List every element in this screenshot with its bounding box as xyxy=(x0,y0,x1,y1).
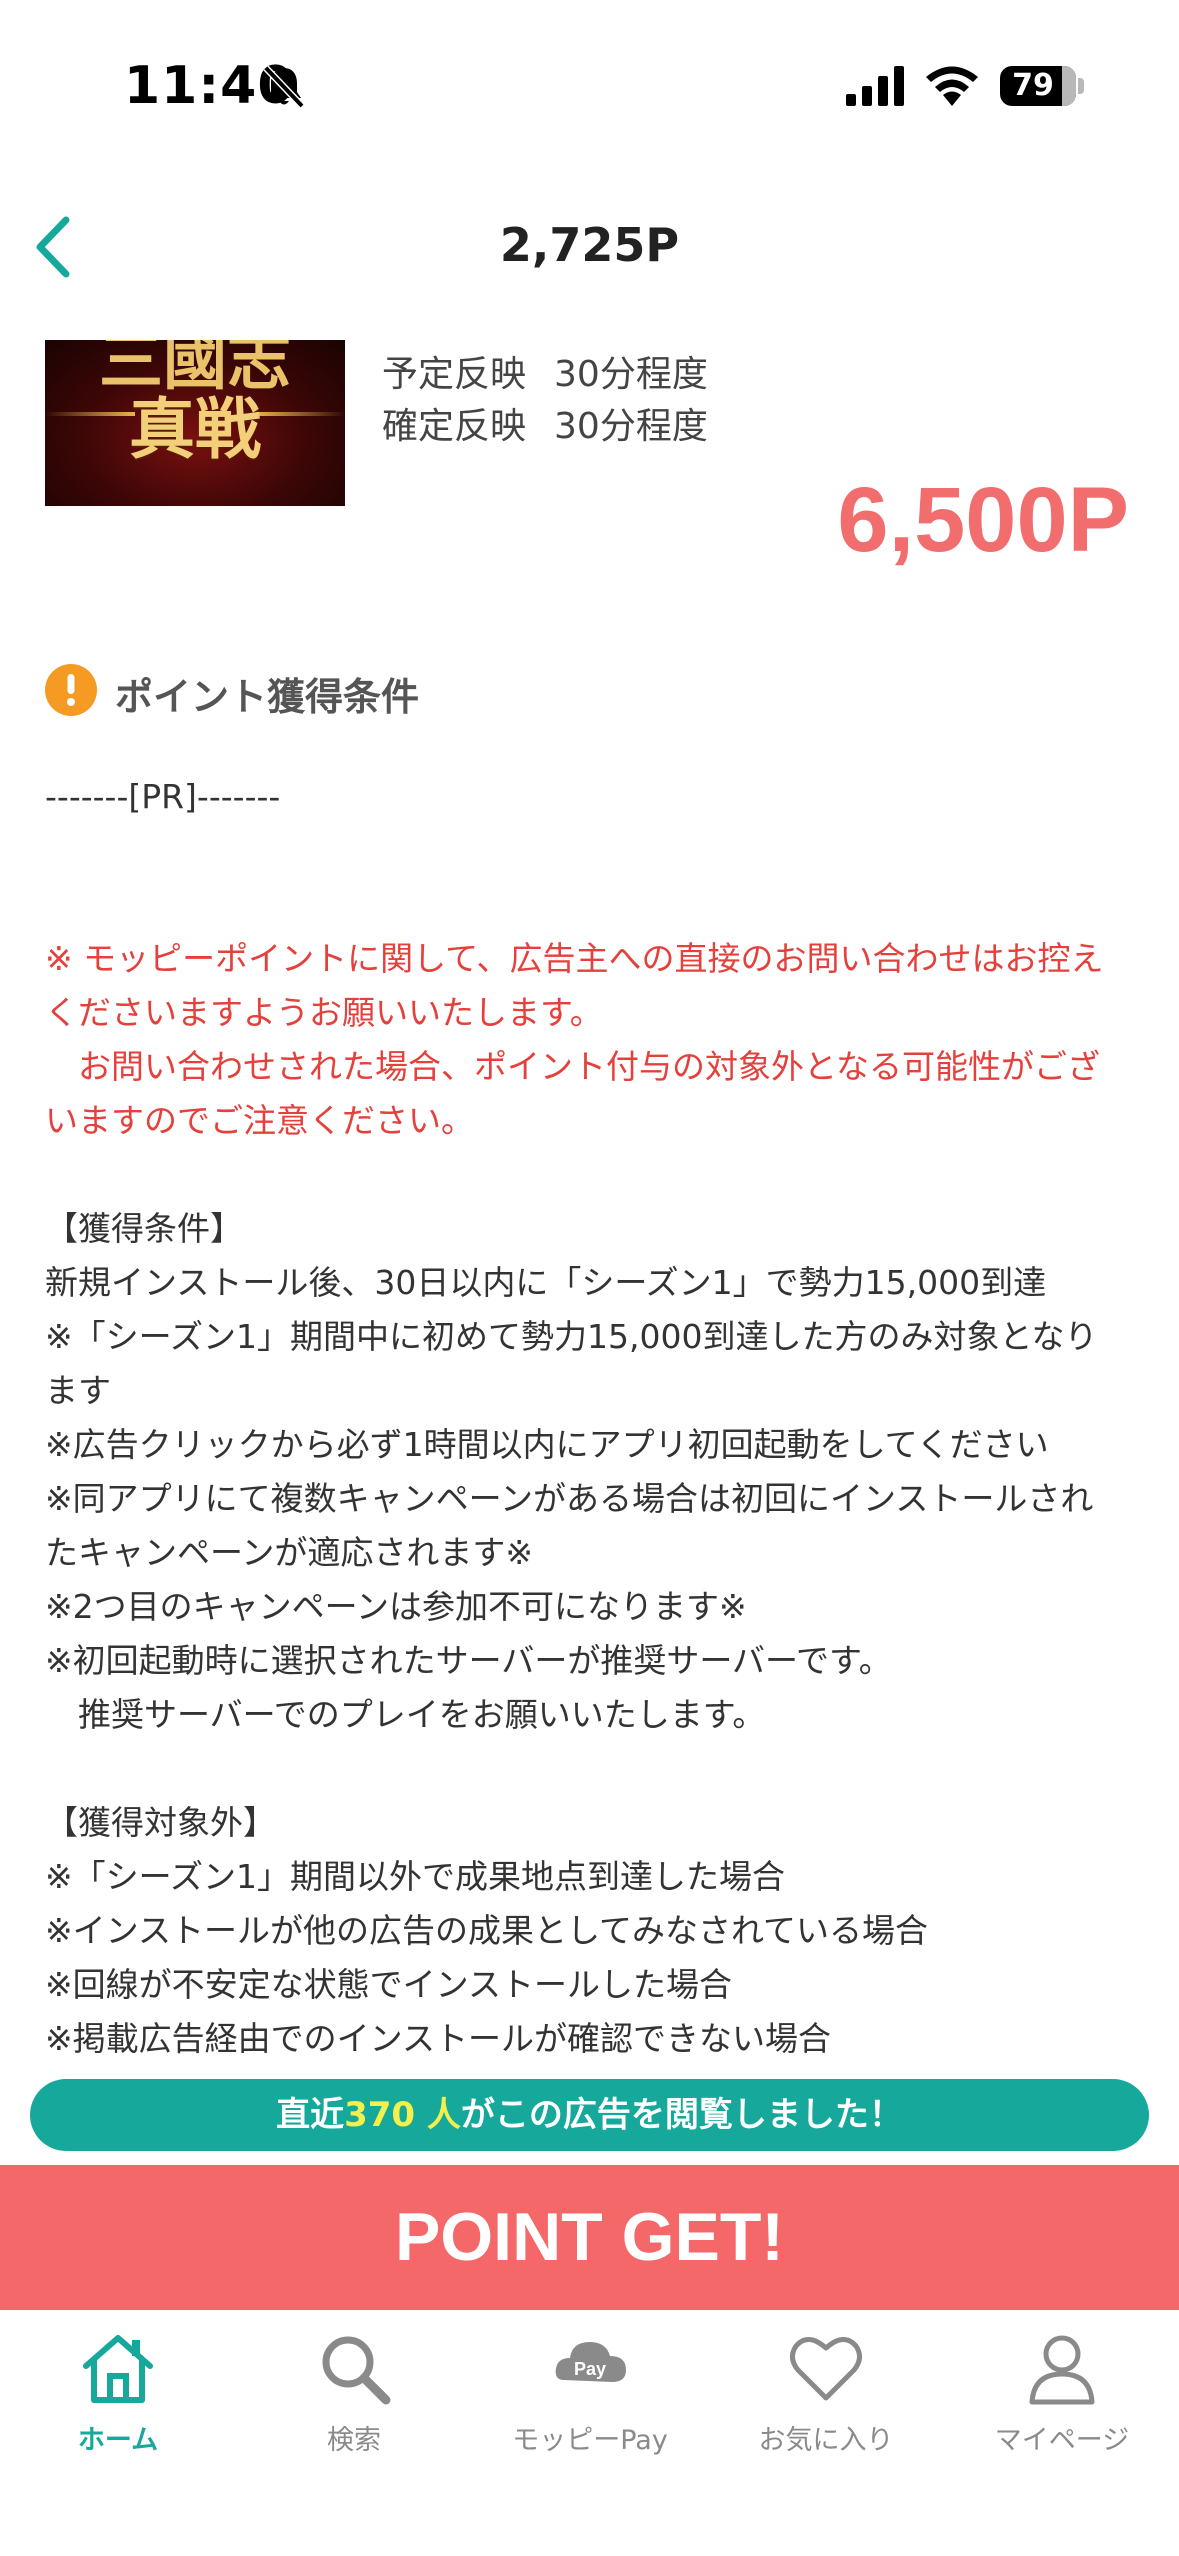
section-title: ポイント獲得条件 xyxy=(115,675,420,719)
search-icon xyxy=(322,2336,391,2405)
person-icon xyxy=(1029,2335,1095,2405)
points-balance-title: 2,725P xyxy=(499,218,680,272)
text-line xyxy=(45,878,1135,932)
status-bar: 11:40 79 xyxy=(0,0,1179,170)
signal-icon xyxy=(846,66,904,106)
text-line xyxy=(45,824,1135,878)
scheduled-reflection: 予定反映 30分程度 xyxy=(382,345,708,397)
tab-my-page-label: マイページ xyxy=(994,2425,1130,2456)
scheduled-value: 30分程度 xyxy=(554,354,708,395)
text-line: ※初回起動時に選択されたサーバーが推奨サーバーです。 xyxy=(45,1641,892,1680)
text-line xyxy=(45,1742,1135,1796)
banner-top-text: 三國志 xyxy=(99,340,291,399)
pay-icon: Pay xyxy=(555,2342,626,2382)
tab-search-label: 検索 xyxy=(327,2425,381,2456)
text-line: ます xyxy=(45,1371,111,1410)
text-line: 【獲得条件】 xyxy=(45,1209,243,1248)
viewers-count: 370 人 xyxy=(344,2095,461,2135)
text-line: たキャンペーンが適応されます※ xyxy=(45,1533,534,1572)
bottom-tab-bar: ホーム 検索 Pay モッピーPay お気に入り マイページ xyxy=(0,2310,1179,2556)
exclamation-icon xyxy=(45,664,97,716)
banner-main-text: 真戦 xyxy=(129,390,261,468)
offer-points: 6,500P xyxy=(837,469,1129,571)
text-line: ※回線が不安定な状態でインストールした場合 xyxy=(45,1965,732,2004)
viewers-suffix: がこの広告を閲覧しました！ xyxy=(460,2095,903,2135)
tab-favorites-label: お気に入り xyxy=(758,2425,894,2456)
home-icon xyxy=(83,2335,153,2403)
text-line xyxy=(45,1148,1135,1202)
text-line: ※「シーズン1」期間以外で成果地点到達した場合 xyxy=(45,1857,785,1896)
battery-level: 79 xyxy=(1012,68,1054,103)
tab-home[interactable]: ホーム xyxy=(0,2328,236,2508)
confirmed-value: 30分程度 xyxy=(554,406,708,447)
text-line: 推奨サーバーでのプレイをお願いいたします。 xyxy=(45,1695,766,1734)
header: 2,725P xyxy=(0,190,1179,300)
text-line: ※同アプリにて複数キャンペーンがある場合は初回にインストールされ xyxy=(45,1479,1094,1518)
warning-line: ※ モッピーポイントに関して、広告主への直接のお問い合わせはお控え xyxy=(45,939,1104,978)
text-line: 新規インストール後、30日以内に「シーズン1」で勢力15,000到達 xyxy=(45,1263,1047,1302)
bell-slash-icon xyxy=(263,65,305,109)
text-line: ※広告クリックから必ず1時間以内にアプリ初回起動をしてください xyxy=(45,1425,1049,1464)
tab-moppy-pay-label: モッピーPay xyxy=(512,2425,668,2456)
tab-favorites[interactable]: お気に入り xyxy=(708,2328,944,2508)
text-line: ※2つ目のキャンペーンは参加不可になります※ xyxy=(45,1587,747,1626)
viewers-count-banner: 直近370 人がこの広告を閲覧しました！ xyxy=(30,2079,1149,2151)
heart-icon xyxy=(790,2337,862,2401)
text-line: ※「シーズン1」期間中に初めて勢力15,000到達した方のみ対象となり xyxy=(45,1317,1098,1356)
viewers-prefix: 直近 xyxy=(276,2095,345,2135)
tab-search[interactable]: 検索 xyxy=(236,2328,472,2508)
text-line: ※インストールが他の広告の成果としてみなされている場合 xyxy=(45,1911,929,1950)
battery-indicator: 79 xyxy=(1000,66,1076,106)
warning-line: いますのでご注意ください。 xyxy=(45,1101,474,1140)
tab-my-page[interactable]: マイページ xyxy=(944,2328,1179,2508)
point-get-button[interactable]: POINT GET! xyxy=(0,2165,1179,2310)
text-line: -------[PR]------- xyxy=(45,777,281,816)
conditions-text: -------[PR]------- ※ モッピーポイントに関して、広告主への直… xyxy=(45,770,1135,2066)
confirmed-label: 確定反映 xyxy=(382,406,527,447)
offer-banner-image: 三國志 真戦 xyxy=(45,340,345,506)
warning-line: くださいますようお願いいたします。 xyxy=(45,993,603,1032)
text-line: 【獲得対象外】 xyxy=(45,1803,276,1842)
tab-moppy-pay[interactable]: Pay モッピーPay xyxy=(472,2328,708,2508)
svg-text:Pay: Pay xyxy=(574,2359,606,2379)
tab-home-label: ホーム xyxy=(77,2425,159,2456)
confirmed-reflection: 確定反映 30分程度 xyxy=(382,397,708,449)
warning-line: お問い合わせされた場合、ポイント付与の対象外となる可能性がござ xyxy=(45,1047,1101,1086)
scheduled-label: 予定反映 xyxy=(382,354,527,395)
wifi-icon xyxy=(926,66,978,106)
text-line: ※掲載広告経由でのインストールが確認できない場合 xyxy=(45,2019,831,2058)
